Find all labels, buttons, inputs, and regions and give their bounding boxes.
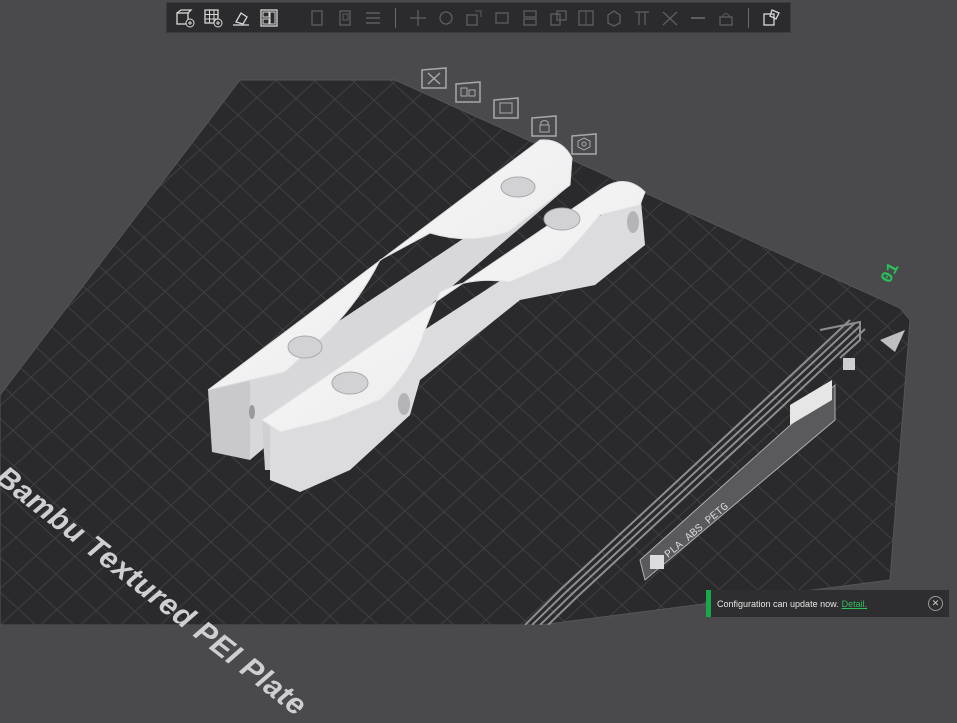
orient-plate-icon[interactable] — [490, 96, 522, 120]
move-icon[interactable] — [406, 6, 430, 30]
seam-paint-icon[interactable] — [658, 6, 682, 30]
notification-detail-link[interactable]: Detail. — [842, 599, 868, 609]
notification-message: Configuration can update now. — [717, 598, 839, 609]
remove-plate-icon[interactable] — [418, 66, 450, 90]
text-icon[interactable] — [714, 6, 738, 30]
plate-settings-icon[interactable] — [568, 132, 600, 156]
rotate-icon[interactable] — [434, 6, 458, 30]
add-plate-icon[interactable] — [201, 6, 225, 30]
lay-on-face-icon[interactable] — [490, 6, 514, 30]
auto-orient-icon[interactable] — [229, 6, 253, 30]
scale-icon[interactable] — [462, 6, 486, 30]
update-notification: Configuration can update now. Detail. ✕ — [706, 590, 949, 617]
arrange-icon[interactable] — [257, 6, 281, 30]
cut-icon[interactable] — [518, 6, 542, 30]
paste-icon[interactable] — [333, 6, 357, 30]
copy-icon[interactable] — [305, 6, 329, 30]
variable-layer-icon[interactable] — [602, 6, 626, 30]
notification-accent-bar — [706, 590, 711, 617]
split-parts-icon[interactable] — [574, 6, 598, 30]
lock-plate-icon[interactable] — [528, 114, 560, 138]
measure-icon[interactable] — [686, 6, 710, 30]
close-icon[interactable]: ✕ — [928, 596, 943, 611]
main-toolbar — [166, 2, 791, 33]
split-objects-icon[interactable] — [546, 6, 570, 30]
layers-icon[interactable] — [361, 6, 385, 30]
add-object-icon[interactable] — [173, 6, 197, 30]
support-paint-icon[interactable] — [630, 6, 654, 30]
assembly-icon[interactable] — [759, 6, 783, 30]
arrange-plate-icon[interactable] — [452, 80, 484, 104]
